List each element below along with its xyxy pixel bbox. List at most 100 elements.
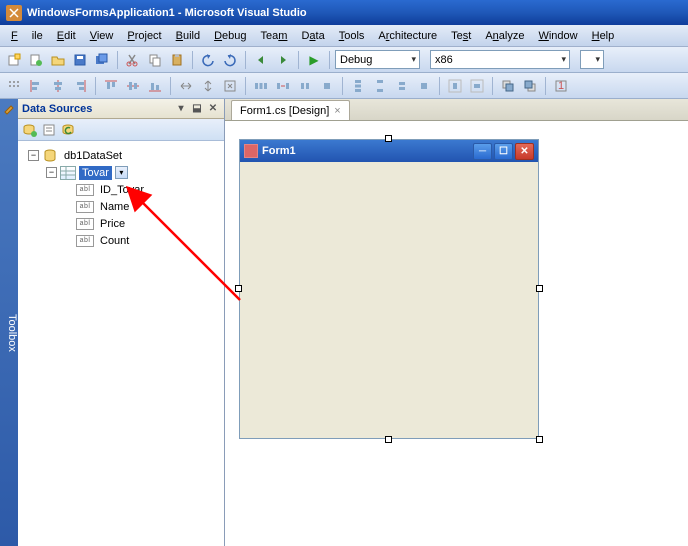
center-vert-button[interactable] [467,76,487,96]
tab-close-button[interactable]: × [334,105,340,117]
collapse-icon[interactable]: − [28,150,39,161]
undo-button[interactable] [198,50,218,70]
dataset-icon [42,149,58,163]
form-window[interactable]: Form1 ─ ☐ ✕ [239,139,539,439]
resize-handle[interactable] [536,285,543,292]
menu-analyze[interactable]: Analyze [478,28,531,44]
tree-node-dataset[interactable]: − db1DataSet [22,147,220,164]
redo-button[interactable] [220,50,240,70]
align-middle-button[interactable] [123,76,143,96]
refresh-button[interactable] [60,122,76,138]
align-bottom-button[interactable] [145,76,165,96]
open-button[interactable] [48,50,68,70]
vspace-dec-button[interactable] [392,76,412,96]
toolbar-separator [342,77,343,95]
add-datasource-button[interactable] [22,122,38,138]
maximize-button[interactable]: ☐ [494,143,513,160]
resize-handle[interactable] [385,135,392,142]
toolbar-separator [245,51,246,69]
hspace-remove-button[interactable] [317,76,337,96]
toolbar-separator [117,51,118,69]
menu-debug[interactable]: Debug [207,28,253,44]
form-title: Form1 [262,145,296,157]
platform-combo[interactable]: x86 [430,50,570,69]
edit-datasource-button[interactable] [41,122,57,138]
align-right-button[interactable] [70,76,90,96]
dropdown-icon[interactable]: ▾ [115,166,128,179]
menu-architecture[interactable]: Architecture [371,28,444,44]
same-size-button[interactable] [220,76,240,96]
textbox-icon: abl [76,201,94,213]
paste-button[interactable] [167,50,187,70]
align-top-button[interactable] [101,76,121,96]
panel-close-button[interactable]: ✕ [206,102,220,116]
align-center-button[interactable] [48,76,68,96]
nav-back-button[interactable] [251,50,271,70]
design-area: Form1.cs [Design] × Form1 ─ ☐ ✕ [225,99,688,546]
menu-build[interactable]: Build [169,28,207,44]
new-project-button[interactable] [4,50,24,70]
close-button[interactable]: ✕ [515,143,534,160]
center-horiz-button[interactable] [445,76,465,96]
align-grid-button[interactable] [4,76,24,96]
same-height-button[interactable] [198,76,218,96]
toolbox-tab[interactable]: Toolbox [0,99,18,546]
find-combo[interactable] [580,50,604,69]
tree-node-field[interactable]: abl Name [22,198,220,215]
align-left-button[interactable] [26,76,46,96]
start-debug-button[interactable]: ▶ [304,50,324,70]
menu-tools[interactable]: Tools [332,28,372,44]
menu-team[interactable]: Team [254,28,295,44]
toolbox-icon [2,103,16,117]
resize-handle[interactable] [385,436,392,443]
toolbar-separator [192,51,193,69]
textbox-icon: abl [76,184,94,196]
bring-front-button[interactable] [498,76,518,96]
menu-file[interactable]: File [4,28,50,44]
tree-label: Count [97,234,132,248]
vspace-remove-button[interactable] [414,76,434,96]
hspace-inc-button[interactable] [273,76,293,96]
tree-node-table[interactable]: − Tovar ▾ [22,164,220,181]
toolbar-separator [95,77,96,95]
copy-button[interactable] [145,50,165,70]
menu-data[interactable]: Data [294,28,331,44]
form-titlebar: Form1 ─ ☐ ✕ [240,140,538,162]
vspace-inc-button[interactable] [370,76,390,96]
toolbar-separator [245,77,246,95]
tab-form1-design[interactable]: Form1.cs [Design] × [231,100,350,120]
tree-node-field[interactable]: abl Count [22,232,220,249]
same-width-button[interactable] [176,76,196,96]
toolbar-separator [170,77,171,95]
standard-toolbar: ▶ Debug x86 [0,47,688,73]
save-button[interactable] [70,50,90,70]
tree-node-field[interactable]: abl ID_Tovar [22,181,220,198]
form-icon [244,144,258,158]
send-back-button[interactable] [520,76,540,96]
menu-project[interactable]: Project [120,28,168,44]
menu-edit[interactable]: Edit [50,28,83,44]
collapse-icon[interactable]: − [46,167,57,178]
vspace-equal-button[interactable] [348,76,368,96]
menu-view[interactable]: View [83,28,121,44]
cut-button[interactable] [123,50,143,70]
hspace-dec-button[interactable] [295,76,315,96]
tree-node-field[interactable]: abl Price [22,215,220,232]
menu-help[interactable]: Help [585,28,622,44]
add-item-button[interactable] [26,50,46,70]
tab-order-button[interactable]: 1 [551,76,571,96]
toolbar-separator [298,51,299,69]
menu-window[interactable]: Window [531,28,584,44]
nav-fwd-button[interactable] [273,50,293,70]
hspace-equal-button[interactable] [251,76,271,96]
panel-dropdown-button[interactable]: ▾ [174,102,188,116]
resize-handle[interactable] [235,285,242,292]
resize-handle[interactable] [536,436,543,443]
menu-test[interactable]: Test [444,28,478,44]
tree-label-selected: Tovar [79,166,112,180]
minimize-button[interactable]: ─ [473,143,492,160]
save-all-button[interactable] [92,50,112,70]
panel-pin-button[interactable]: ⬓ [190,102,204,116]
design-canvas[interactable]: Form1 ─ ☐ ✕ [225,121,688,546]
config-combo[interactable]: Debug [335,50,420,69]
